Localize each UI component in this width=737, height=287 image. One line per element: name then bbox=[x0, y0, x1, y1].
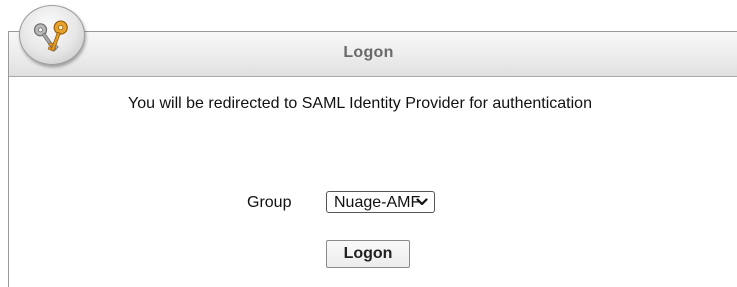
group-row: Group Nuage-AMF bbox=[0, 191, 737, 215]
panel-title: Logon bbox=[343, 44, 394, 61]
logon-button[interactable]: Logon bbox=[326, 240, 410, 268]
logon-page: Logon You will be redirected to SAML Ide bbox=[0, 0, 737, 287]
group-select[interactable]: Nuage-AMF bbox=[326, 191, 435, 213]
redirect-message: You will be redirected to SAML Identity … bbox=[128, 95, 592, 112]
panel-titlebar: Logon bbox=[9, 32, 737, 77]
group-label: Group bbox=[247, 194, 292, 211]
group-select-value: Nuage-AMF bbox=[334, 194, 421, 211]
keys-icon bbox=[19, 5, 85, 65]
chevron-down-icon bbox=[416, 198, 428, 206]
